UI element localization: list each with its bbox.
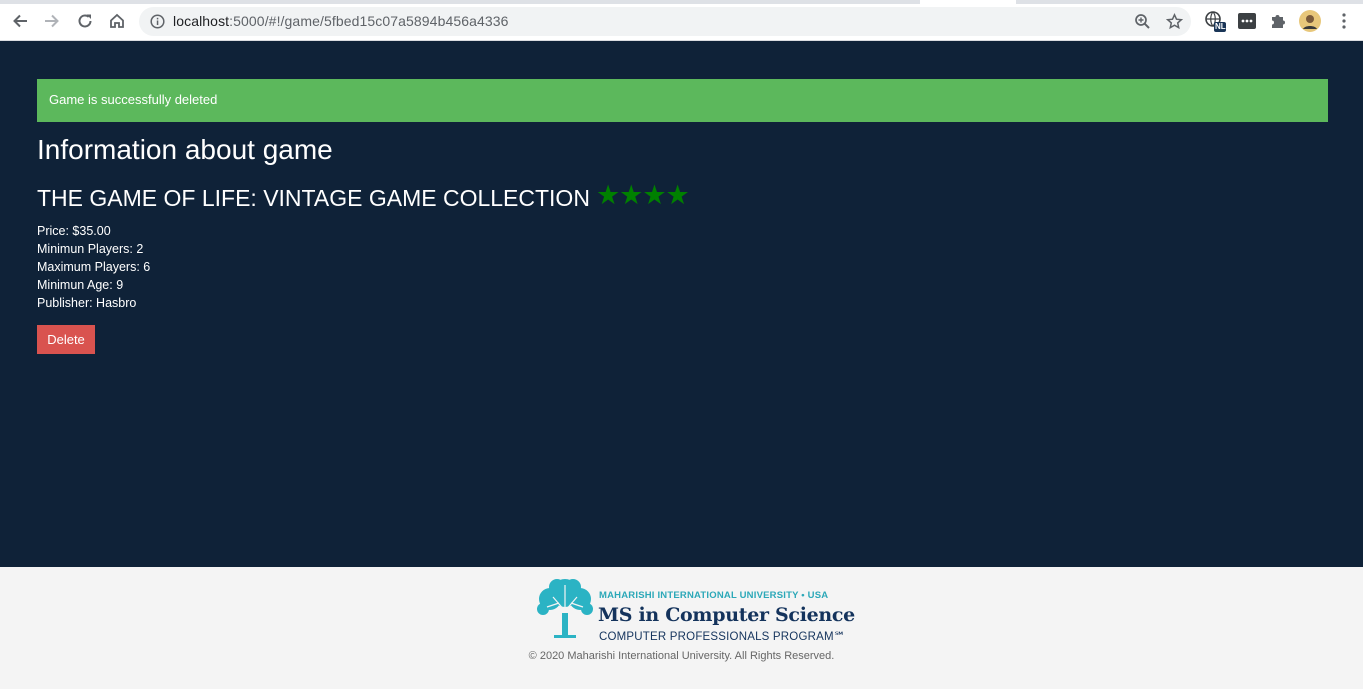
back-icon[interactable]: [9, 10, 31, 32]
logo-program-subtitle: COMPUTER PROFESSIONALS PROGRAM℠: [599, 631, 846, 643]
reload-icon[interactable]: [74, 10, 96, 32]
forward-icon[interactable]: [41, 10, 63, 32]
extension-icon[interactable]: [1236, 10, 1258, 32]
logo-university-line: MAHARISHI INTERNATIONAL UNIVERSITY • USA: [599, 590, 829, 601]
success-alert: Game is successfully deleted: [37, 79, 1328, 122]
profile-badge: NL: [1215, 22, 1226, 31]
zoom-icon[interactable]: [1134, 13, 1151, 35]
url-path: :5000/#!/game/5fbed15c07a5894b456a4336: [229, 13, 509, 29]
delete-button[interactable]: Delete: [37, 325, 95, 354]
active-tab[interactable]: [920, 0, 1016, 4]
address-bar[interactable]: localhost:5000/#!/game/5fbed15c07a5894b4…: [139, 7, 1191, 36]
copyright-text: © 2020 Maharishi International Universit…: [528, 650, 835, 662]
publisher-label: Publisher: Hasbro: [37, 296, 137, 310]
main-content: Game is successfully deleted Information…: [0, 42, 1363, 567]
game-details: Price: $35.00 Minimun Players: 2 Maximum…: [37, 222, 150, 312]
min-age-label: Minimun Age: 9: [37, 278, 124, 292]
url-host: localhost: [173, 13, 230, 29]
rating-stars: ★★★★: [595, 180, 690, 210]
home-icon[interactable]: [106, 10, 128, 32]
footer: MAHARISHI INTERNATIONAL UNIVERSITY • USA…: [0, 567, 1363, 689]
min-players-label: Minimun Players: 2: [37, 242, 144, 256]
menu-icon[interactable]: [1333, 10, 1355, 32]
browser-toolbar: localhost:5000/#!/game/5fbed15c07a5894b4…: [0, 0, 1363, 41]
page-heading: Information about game: [37, 134, 333, 165]
game-title-row: THE GAME OF LIFE: VINTAGE GAME COLLECTIO…: [37, 180, 690, 212]
bookmark-star-icon[interactable]: [1165, 12, 1184, 35]
tree-logo-icon: [533, 577, 597, 641]
logo-program-title: MS in Computer Science: [598, 604, 855, 626]
price-label: Price: $35.00: [37, 224, 111, 238]
profile-avatar[interactable]: [1299, 10, 1321, 32]
info-icon[interactable]: [150, 14, 165, 34]
max-players-label: Maximum Players: 6: [37, 260, 151, 274]
university-logo: MAHARISHI INTERNATIONAL UNIVERSITY • USA…: [533, 575, 855, 643]
puzzle-icon[interactable]: [1267, 10, 1289, 32]
url-text[interactable]: localhost:5000/#!/game/5fbed15c07a5894b4…: [173, 13, 509, 29]
game-title: THE GAME OF LIFE: VINTAGE GAME COLLECTIO…: [37, 185, 590, 211]
tab-strip: [0, 0, 1363, 4]
translate-extension-icon[interactable]: NL: [1204, 10, 1226, 32]
